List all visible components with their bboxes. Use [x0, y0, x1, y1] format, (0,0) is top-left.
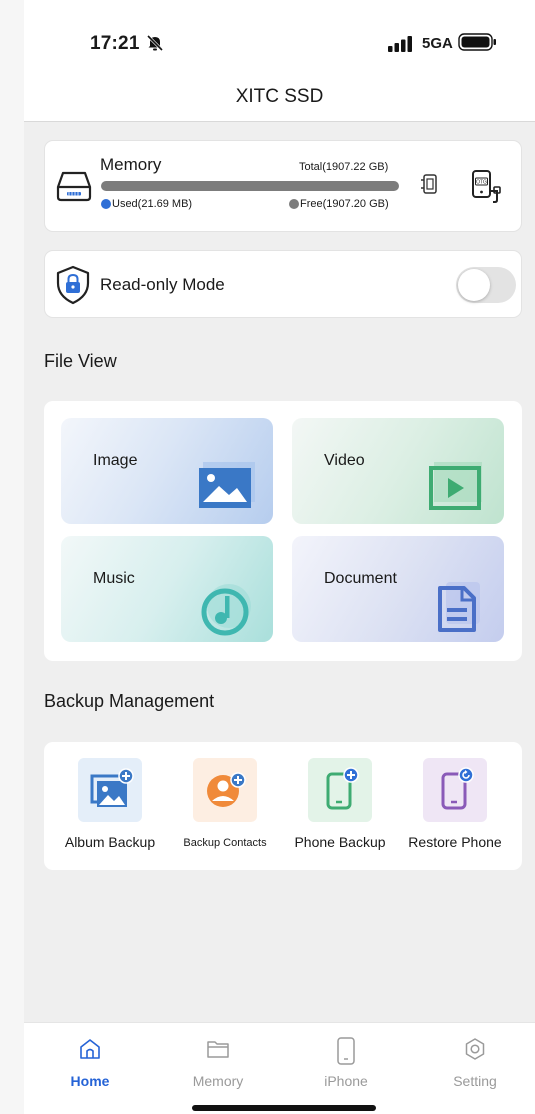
backup-management-card: Album Backup Backup Contacts Phone Backu…: [44, 742, 522, 870]
read-only-toggle[interactable]: [456, 267, 516, 303]
memory-title: Memory: [100, 155, 162, 174]
phone-backup-button[interactable]: Phone Backup: [282, 758, 398, 858]
settings-icon: [463, 1037, 487, 1066]
page-title: XITC SSD: [235, 86, 324, 107]
otg-phone-icon[interactable]: OTG: [471, 169, 505, 208]
document-tile[interactable]: Document: [292, 536, 504, 642]
bottom-tab-bar: Home Memory iPhone Setting: [24, 1022, 535, 1114]
contact-backup-icon: [193, 772, 257, 826]
tab-iphone-label: iPhone: [324, 1073, 368, 1089]
app-screen: 17:21 5GA XITC SSD Memory Total(1907.22 …: [0, 0, 535, 1114]
phone-backup-label: Phone Backup: [294, 834, 386, 850]
tab-setting[interactable]: Setting: [425, 1033, 525, 1093]
phone-restore-icon: [423, 767, 487, 826]
used-legend-dot: [101, 199, 111, 209]
navigation-header: XITC SSD: [24, 80, 535, 122]
album-backup-tile: [78, 758, 142, 822]
tab-setting-label: Setting: [453, 1073, 497, 1089]
file-view-card: Image Video Music Document: [44, 401, 522, 661]
tab-home[interactable]: Home: [40, 1033, 140, 1093]
memory-used: Used(21.69 MB): [112, 198, 193, 210]
backup-management-heading: Backup Management: [44, 691, 215, 711]
network-type: 5GA: [422, 35, 453, 52]
read-only-label: Read-only Mode: [100, 275, 225, 294]
memory-card[interactable]: Memory Total(1907.22 GB) Used(21.69 MB) …: [44, 140, 522, 232]
status-time: 17:21: [90, 33, 140, 54]
home-indicator: [192, 1105, 376, 1111]
toggle-knob: [458, 269, 490, 301]
backup-contacts-label: Backup Contacts: [183, 837, 267, 849]
image-tile[interactable]: Image: [61, 418, 273, 524]
backup-contacts-tile: [193, 758, 257, 822]
status-bar: 17:21 5GA: [24, 0, 535, 80]
video-icon: [428, 462, 486, 515]
file-view-heading: File View: [44, 351, 117, 371]
video-tile[interactable]: Video: [292, 418, 504, 524]
iphone-icon: [334, 1037, 358, 1070]
document-icon: [436, 580, 486, 637]
phone-backup-icon: [308, 767, 372, 826]
album-backup-button[interactable]: Album Backup: [52, 758, 168, 858]
document-tile-label: Document: [324, 570, 397, 587]
usb-connector-icon[interactable]: [419, 173, 441, 200]
folder-icon: [206, 1037, 230, 1066]
backup-contacts-button[interactable]: Backup Contacts: [167, 758, 283, 858]
memory-usage-bar: [101, 181, 399, 191]
image-icon: [197, 462, 255, 515]
svg-text:OTG: OTG: [476, 180, 487, 186]
tab-home-label: Home: [70, 1073, 110, 1089]
restore-phone-button[interactable]: Restore Phone: [397, 758, 513, 858]
phone-backup-tile: [308, 758, 372, 822]
album-backup-label: Album Backup: [64, 834, 156, 850]
home-icon: [78, 1037, 102, 1066]
memory-free: Free(1907.20 GB): [300, 198, 389, 210]
album-backup-icon: [78, 768, 142, 826]
music-tile[interactable]: Music: [61, 536, 273, 642]
bell-slash-icon: [146, 34, 164, 57]
tab-memory[interactable]: Memory: [168, 1033, 268, 1093]
restore-phone-tile: [423, 758, 487, 822]
tab-memory-label: Memory: [192, 1073, 244, 1089]
free-legend-dot: [289, 199, 299, 209]
read-only-card: Read-only Mode: [44, 250, 522, 318]
signal-icon: [388, 36, 414, 57]
music-icon: [197, 580, 255, 642]
hard-drive-icon: [55, 167, 93, 208]
memory-total: Total(1907.22 GB): [299, 161, 389, 173]
side-margin: [0, 0, 24, 1114]
main-content: Memory Total(1907.22 GB) Used(21.69 MB) …: [24, 122, 535, 1022]
video-tile-label: Video: [324, 452, 365, 469]
shield-lock-icon: [55, 265, 91, 310]
music-tile-label: Music: [93, 570, 135, 587]
restore-phone-label: Restore Phone: [408, 834, 502, 850]
image-tile-label: Image: [93, 452, 138, 469]
battery-icon: [458, 32, 498, 57]
tab-iphone[interactable]: iPhone: [296, 1033, 396, 1093]
